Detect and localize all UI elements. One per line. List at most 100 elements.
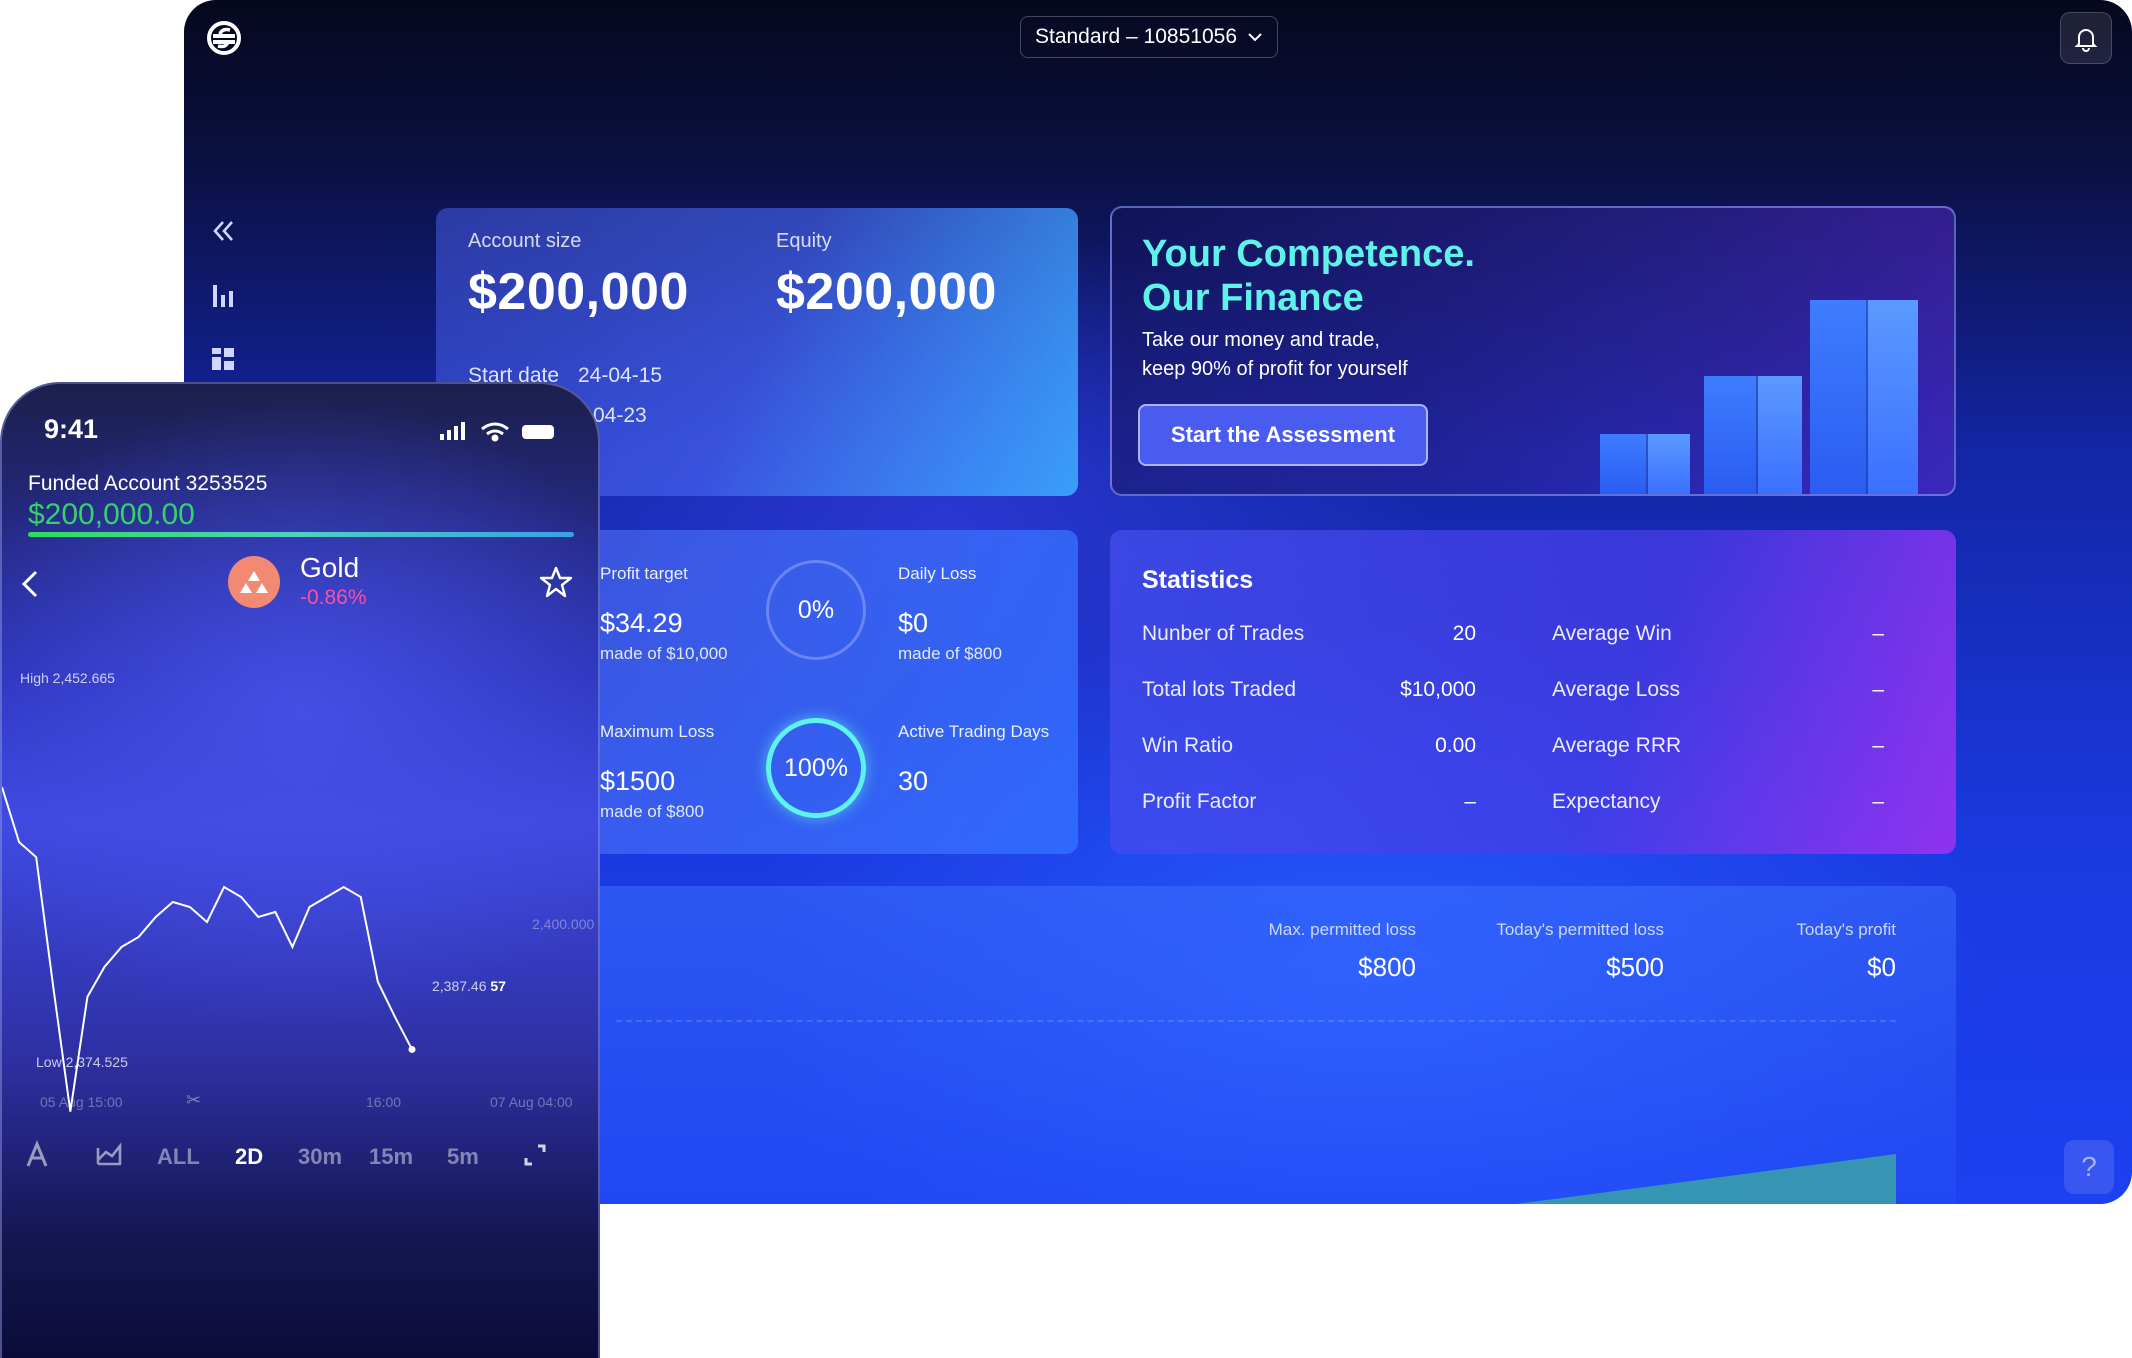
account-progress-bar [28,532,574,537]
stat-value: – [1872,790,1884,813]
max-loss-value: $1500 [600,766,676,796]
max-loss-sub: made of $800 [600,802,704,821]
pen-tool-icon [26,1140,48,1167]
account-size-label: Account size [468,230,582,252]
profit-progress-ring: 0% [766,560,866,660]
profit-target-label: Profit target [600,564,688,583]
promo-bar-large [1810,300,1918,494]
instrument-change: -0.86% [300,586,367,609]
stat-value: 20 [1452,622,1476,645]
last-price-label: 2,387.46 57 [432,978,506,994]
promo-subtitle-line1: Take our money and trade, [1142,329,1380,351]
expand-icon [524,1144,546,1166]
help-button[interactable]: ? [2064,1140,2114,1194]
active-days-label: Active Trading Days [898,722,1050,741]
promo-card: Your Competence. Our Finance Take our mo… [1110,206,1956,496]
start-date-value: 24-04-15 [578,364,663,387]
max-loss-label: Maximum Loss [600,722,715,741]
promo-subtitle-line2: keep 90% of profit for yourself [1142,358,1408,380]
account-select-label: Standard – 10851056 [1034,25,1237,48]
collapse-sidebar-button[interactable] [206,214,240,248]
funded-account-label: Funded Account 3253525 [28,472,268,495]
back-button[interactable] [14,564,50,604]
statistics-card: Statistics Nunber of Trades 20 Total lot… [1110,530,1956,854]
account-balance: $200,000.00 [28,498,195,531]
chart-type-button[interactable] [94,1140,124,1175]
stat-label: Expectancy [1552,790,1661,813]
stat-value: – [1872,678,1884,701]
stat-label: Profit Factor [1142,790,1257,813]
active-days-value: 30 [898,766,929,796]
stat-label: Nunber of Trades [1142,622,1305,645]
max-loss-progress-percent: 100% [784,753,848,782]
favorite-button[interactable] [538,564,578,604]
timeframe-30m[interactable]: 30m [298,1144,342,1170]
stat-label: Win Ratio [1142,734,1234,757]
profit-progress-percent: 0% [797,595,835,624]
chevron-left-icon [21,570,38,598]
stat-value: $10,000 [1400,678,1476,701]
x-axis-label: 05 Aug 15:00 [40,1094,123,1110]
timeframe-5m[interactable]: 5m [447,1144,479,1170]
promo-bar-small [1600,434,1690,494]
area-chart-icon [96,1142,122,1166]
star-icon [539,566,573,598]
start-assessment-button[interactable]: Start the Assessment [1138,404,1428,466]
bar-chart-icon [213,285,233,307]
equity-value: $200,000 [776,263,997,321]
bell-icon [2074,29,2098,52]
promo-title-line2: Our Finance [1142,277,1364,319]
fullscreen-button[interactable] [520,1140,550,1175]
instrument-name: Gold [300,552,360,583]
drawing-tool-button[interactable] [22,1140,52,1175]
last-price-main: 2,387.46 [432,978,487,994]
account-select[interactable]: Standard – 10851056 [1020,16,1278,58]
status-bar-icons [440,422,554,442]
scissors-icon[interactable]: ✂ [186,1090,201,1111]
chart-low-label: Low 2,374.525 [36,1054,128,1070]
stat-value: – [1872,622,1884,645]
daily-loss-label: Daily Loss [898,564,977,583]
price-line-chart [2,786,416,1112]
promo-title-line1: Your Competence. [1142,233,1475,275]
loss-area-chart [1516,1154,1896,1204]
sidebar-item-dashboard[interactable] [206,342,240,376]
equity-label: Equity [776,230,832,252]
max-loss-progress-ring: 100% [766,718,866,818]
brand-logo-icon[interactable] [204,18,244,58]
loss-limits-card: Max. permitted loss $800 Today's permitt… [436,886,1956,1204]
timeframe-2d[interactable]: 2D [235,1144,263,1170]
x-axis-label: 07 Aug 04:00 [490,1094,573,1110]
battery-icon [522,425,554,439]
sidebar-item-statistics[interactable] [206,278,240,312]
statistics-title: Statistics [1142,566,1254,594]
notifications-button[interactable] [2060,12,2112,64]
wifi-icon [481,422,509,442]
timeframe-all[interactable]: ALL [157,1144,200,1170]
x-axis-label: 16:00 [366,1094,402,1110]
stat-label: Average RRR [1552,734,1682,757]
promo-title: Your Competence. Our Finance [1142,232,1475,320]
account-size-value: $200,000 [468,263,689,321]
double-chevron-left-icon [213,221,233,241]
stat-value: – [1464,790,1476,813]
chart-high-label: High 2,452.665 [20,670,115,686]
timeframe-15m[interactable]: 15m [369,1144,413,1170]
last-price-point [408,1045,416,1053]
cellular-signal-icon [440,422,465,440]
stat-value: 0.00 [1435,734,1476,757]
last-price-bold: 57 [490,978,506,994]
promo-bar-medium [1704,376,1802,494]
stat-label: Total lots Traded [1142,678,1297,701]
status-bar-time: 9:41 [44,414,99,444]
mobile-app: 9:41 Funded Account 3253525 $200,000.00 … [0,382,600,1358]
promo-subtitle: Take our money and trade, keep 90% of pr… [1142,326,1562,384]
daily-loss-value: $0 [898,608,929,638]
profit-target-value: $34.29 [600,608,683,638]
daily-loss-sub: made of $800 [898,644,1002,663]
gold-bars-icon [228,556,280,608]
chevron-down-icon [1248,33,1262,42]
stat-label: Average Win [1552,622,1672,645]
stat-value: – [1872,734,1884,757]
grid-icon [212,348,234,370]
